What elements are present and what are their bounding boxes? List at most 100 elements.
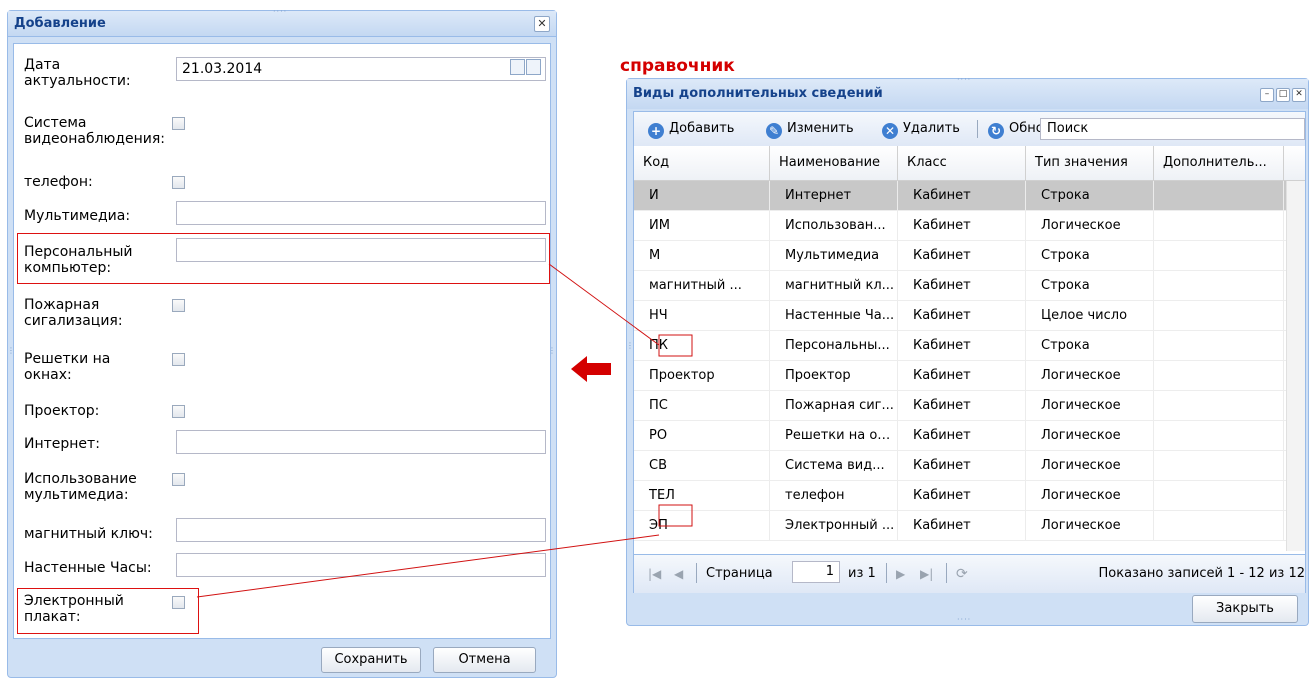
save-button[interactable]: Сохранить (321, 647, 421, 673)
pc-highlight (17, 233, 550, 284)
last-page-icon[interactable]: ▶| (920, 564, 933, 584)
cell-extra (1154, 271, 1284, 300)
delete-button[interactable]: ✕ Удалить (882, 120, 960, 139)
cell-name: телефон (770, 481, 898, 510)
cell-code: СВ (634, 451, 770, 480)
resize-grip[interactable]: ···· (273, 7, 287, 16)
cell-class: Кабинет (898, 211, 1026, 240)
table-row[interactable]: И Интернет Кабинет Строка (634, 181, 1286, 211)
table-row[interactable]: ТЕЛ телефон Кабинет Логическое (634, 481, 1286, 511)
phone-label: телефон: (24, 174, 93, 190)
search-input[interactable]: Поиск (1040, 118, 1305, 140)
multimedia-field[interactable] (176, 201, 546, 225)
table-row[interactable]: ПС Пожарная сиг... Кабинет Логическое (634, 391, 1286, 421)
date-label: Дата актуальности: (24, 57, 131, 89)
multimedia-label: Мультимедиа: (24, 208, 131, 224)
cell-code: магнитный ... (634, 271, 770, 300)
reference-caption: справочник (620, 56, 735, 76)
arrow-left-icon (571, 356, 611, 382)
column-header-class[interactable]: Класс (898, 146, 1026, 180)
close-icon[interactable]: ✕ (1292, 88, 1306, 102)
minimize-icon[interactable]: – (1260, 88, 1274, 102)
multimedia-use-checkbox[interactable] (172, 473, 185, 486)
video-checkbox[interactable] (172, 117, 185, 130)
cell-code: И (634, 181, 770, 210)
projector-label: Проектор: (24, 403, 100, 419)
refresh-icon: ↻ (988, 123, 1004, 139)
page-input[interactable]: 1 (792, 561, 840, 583)
cell-class: Кабинет (898, 421, 1026, 450)
reload-icon[interactable]: ⟳ (956, 564, 968, 584)
column-header-name[interactable]: Наименование (770, 146, 898, 180)
delete-icon: ✕ (882, 123, 898, 139)
paging-separator (886, 563, 887, 583)
column-header-code[interactable]: Код (634, 146, 770, 180)
table-row[interactable]: ЭП Электронный ... Кабинет Логическое (634, 511, 1286, 541)
cell-extra (1154, 301, 1284, 330)
phone-checkbox[interactable] (172, 176, 185, 189)
video-label: Система видеонаблюдения: (24, 115, 165, 147)
table-row[interactable]: М Мультимедиа Кабинет Строка (634, 241, 1286, 271)
column-header-type[interactable]: Тип значения (1026, 146, 1154, 180)
add-button[interactable]: + Добавить (648, 120, 734, 139)
table-row[interactable]: ИМ Использован... Кабинет Логическое (634, 211, 1286, 241)
close-icon[interactable]: ✕ (534, 16, 550, 32)
cell-code: Проектор (634, 361, 770, 390)
select-icon[interactable] (526, 59, 541, 75)
cell-class: Кабинет (898, 481, 1026, 510)
table-row[interactable]: магнитный ... магнитный кл... Кабинет Строк… (634, 271, 1286, 301)
date-field[interactable]: 21.03.2014 (176, 57, 546, 81)
vertical-scrollbar[interactable] (1286, 181, 1305, 551)
cell-name: Персональны... (770, 331, 898, 360)
internet-label: Интернет: (24, 436, 100, 452)
table-row[interactable]: СВ Система вид... Кабинет Логическое (634, 451, 1286, 481)
projector-checkbox[interactable] (172, 405, 185, 418)
cell-type: Логическое (1026, 421, 1154, 450)
cell-extra (1154, 511, 1284, 540)
records-summary: Показано записей 1 - 12 из 12 (1098, 566, 1305, 581)
cell-code: НЧ (634, 301, 770, 330)
prev-page-icon[interactable]: ◀ (674, 564, 683, 584)
cell-class: Кабинет (898, 391, 1026, 420)
magnet-field[interactable] (176, 518, 546, 542)
cell-code: ПС (634, 391, 770, 420)
maximize-icon[interactable]: □ (1276, 88, 1290, 102)
bars-checkbox[interactable] (172, 353, 185, 366)
paging-separator (696, 563, 697, 583)
edit-icon: ✎ (766, 123, 782, 139)
edit-button[interactable]: ✎ Изменить (766, 120, 854, 139)
cell-class: Кабинет (898, 361, 1026, 390)
table-row[interactable]: НЧ Настенные Ча... Кабинет Целое число (634, 301, 1286, 331)
column-header-extra[interactable]: Дополнитель... (1154, 146, 1284, 180)
cell-code: ПК (634, 331, 770, 360)
table-row[interactable]: Проектор Проектор Кабинет Логическое (634, 361, 1286, 391)
cell-name: Использован... (770, 211, 898, 240)
cell-code: ТЕЛ (634, 481, 770, 510)
clock-field[interactable] (176, 553, 546, 577)
calendar-icon[interactable] (510, 59, 525, 75)
cell-class: Кабинет (898, 181, 1026, 210)
resize-grip[interactable]: ···· (957, 75, 971, 84)
cell-type: Строка (1026, 271, 1154, 300)
table-row[interactable]: ПК Персональны... Кабинет Строка (634, 331, 1286, 361)
internet-field[interactable] (176, 430, 546, 454)
paging-separator (946, 563, 947, 583)
cell-extra (1154, 211, 1284, 240)
cell-extra (1154, 361, 1284, 390)
cell-type: Логическое (1026, 481, 1154, 510)
add-dialog: Добавление ✕ ···· ⋮ ⋮ Дата актуальности:… (7, 7, 557, 678)
cancel-button[interactable]: Отмена (433, 647, 536, 673)
cell-type: Строка (1026, 241, 1154, 270)
table-row[interactable]: РО Решетки на ок... Кабинет Логическое (634, 421, 1286, 451)
cell-extra (1154, 391, 1284, 420)
cell-extra (1154, 421, 1284, 450)
toolbar-separator (977, 120, 978, 138)
fire-checkbox[interactable] (172, 299, 185, 312)
first-page-icon[interactable]: |◀ (648, 564, 661, 584)
cell-code: ЭП (634, 511, 770, 540)
cell-extra (1154, 241, 1284, 270)
next-page-icon[interactable]: ▶ (896, 564, 905, 584)
cell-name: Решетки на ок... (770, 421, 898, 450)
reference-grid: +Добавить ✎Изменить ✕Удалить ↻Обновить П… (633, 111, 1306, 593)
close-button[interactable]: Закрыть (1192, 595, 1298, 623)
